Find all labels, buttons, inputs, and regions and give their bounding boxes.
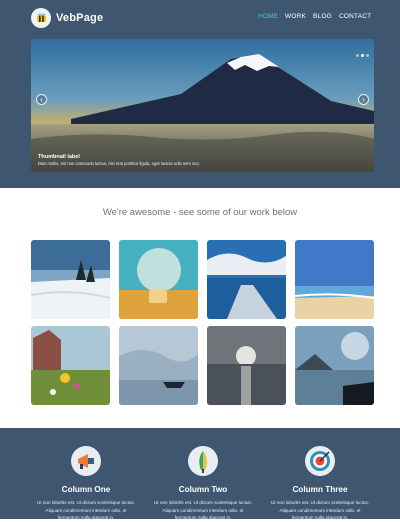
- nav-home[interactable]: HOME: [258, 13, 278, 20]
- nav-contact[interactable]: CONTACT: [339, 13, 371, 20]
- pen-nib-icon: [188, 446, 218, 476]
- work-gallery: [31, 240, 374, 405]
- feature-text: Ut non lobortis est. Ut dictum scelerisq…: [153, 500, 253, 520]
- feature-title: Column One: [61, 485, 111, 494]
- main-nav: HOME WORK BLOG CONTACT: [0, 13, 400, 25]
- chevron-right-icon[interactable]: ›: [358, 94, 369, 105]
- target-icon: [305, 446, 335, 476]
- feature-title: Column Two: [178, 485, 228, 494]
- gallery-item-lake-silhouette[interactable]: [295, 326, 374, 405]
- gallery-item-pier[interactable]: [207, 240, 286, 319]
- nav-blog[interactable]: BLOG: [313, 13, 332, 20]
- gallery-item-hay-bale[interactable]: [119, 240, 198, 319]
- nav-work[interactable]: WORK: [285, 13, 306, 20]
- gallery-item-wildflowers[interactable]: [31, 326, 110, 405]
- carousel-indicator-active[interactable]: [361, 54, 364, 57]
- megaphone-icon: [71, 446, 101, 476]
- feature-text: Ut non lobortis est. Ut dictum scelerisq…: [270, 500, 370, 520]
- gallery-item-beach[interactable]: [295, 240, 374, 319]
- image-carousel[interactable]: ‹ › Thumbnail label Duis mollis, est non…: [31, 39, 374, 172]
- gallery-item-fishing-boat[interactable]: [119, 326, 198, 405]
- carousel-indicators: [354, 44, 369, 57]
- hero-section: VebPage HOME WORK BLOG CONTACT ‹ › Thumb…: [0, 0, 400, 188]
- section-tagline: We're awesome - see some of our work bel…: [102, 207, 298, 218]
- gallery-item-snowy-trees[interactable]: [31, 240, 110, 319]
- feature-title: Column Three: [292, 485, 348, 494]
- slide-image: [31, 39, 374, 172]
- feature-text: Ut non lobortis est. Ut dictum scelerisq…: [36, 500, 136, 520]
- carousel-indicator[interactable]: [356, 54, 359, 57]
- caption-title: Thumbnail label: [38, 154, 80, 160]
- features-section: Column One Ut non lobortis est. Ut dictu…: [0, 428, 400, 520]
- carousel-indicator[interactable]: [366, 54, 369, 57]
- caption-text: Duis mollis, est non commodo luctus, nis…: [38, 161, 200, 166]
- gallery-item-lake-sunset[interactable]: [207, 326, 286, 405]
- chevron-left-icon[interactable]: ‹: [36, 94, 47, 105]
